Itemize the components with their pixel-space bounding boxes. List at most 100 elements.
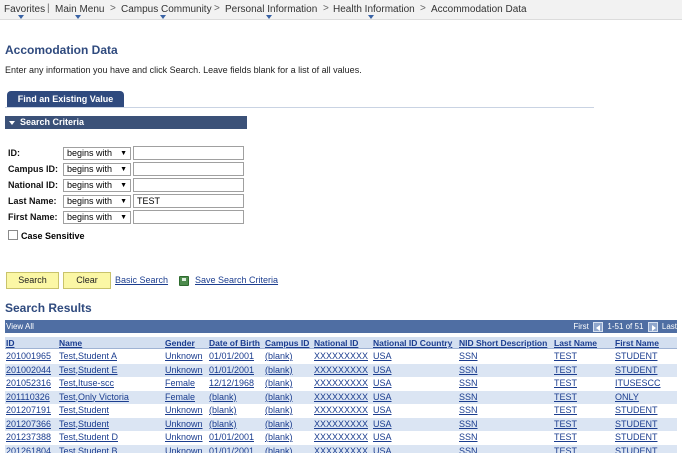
- pager-last[interactable]: Last: [662, 322, 677, 331]
- cell-nid-short-description[interactable]: SSN: [459, 378, 478, 388]
- cell-name[interactable]: Test,Student E: [59, 365, 118, 375]
- last-name-input[interactable]: TEST: [133, 194, 244, 208]
- national-id-operator-select[interactable]: begins with ▼: [63, 179, 131, 192]
- cell-national-id[interactable]: XXXXXXXXX: [314, 351, 368, 361]
- id-input[interactable]: [133, 146, 244, 160]
- column-header-id[interactable]: ID: [6, 338, 15, 349]
- cell-last-name[interactable]: TEST: [554, 405, 577, 415]
- pager-first[interactable]: First: [573, 322, 589, 331]
- search-criteria-header[interactable]: Search Criteria: [5, 116, 247, 129]
- clear-button[interactable]: Clear: [63, 272, 111, 289]
- cell-campus-id[interactable]: (blank): [265, 378, 293, 388]
- cell-nid-short-description[interactable]: SSN: [459, 392, 478, 402]
- column-header-campus-id[interactable]: Campus ID: [265, 338, 309, 349]
- cell-national-id[interactable]: XXXXXXXXX: [314, 419, 368, 429]
- cell-nid-short-description[interactable]: SSN: [459, 419, 478, 429]
- cell-date-of-birth[interactable]: 12/12/1968: [209, 378, 254, 388]
- cell-first-name[interactable]: STUDENT: [615, 405, 658, 415]
- case-sensitive-checkbox[interactable]: [8, 230, 18, 240]
- previous-page-icon[interactable]: [593, 321, 604, 332]
- column-header-national-id[interactable]: National ID: [314, 338, 358, 349]
- breadcrumb-favorites[interactable]: Favorites: [4, 4, 45, 15]
- cell-national-id-country[interactable]: USA: [373, 365, 392, 375]
- cell-campus-id[interactable]: (blank): [265, 365, 293, 375]
- chevron-down-icon[interactable]: [266, 15, 272, 19]
- cell-national-id-country[interactable]: USA: [373, 392, 392, 402]
- cell-first-name[interactable]: STUDENT: [615, 351, 658, 361]
- cell-last-name[interactable]: TEST: [554, 419, 577, 429]
- cell-national-id[interactable]: XXXXXXXXX: [314, 378, 368, 388]
- cell-last-name[interactable]: TEST: [554, 446, 577, 453]
- chevron-down-icon[interactable]: [18, 15, 24, 19]
- search-button[interactable]: Search: [6, 272, 59, 289]
- cell-national-id[interactable]: XXXXXXXXX: [314, 446, 368, 453]
- cell-nid-short-description[interactable]: SSN: [459, 405, 478, 415]
- cell-national-id[interactable]: XXXXXXXXX: [314, 365, 368, 375]
- column-header-national-id-country[interactable]: National ID Country: [373, 338, 452, 349]
- cell-national-id-country[interactable]: USA: [373, 432, 392, 442]
- cell-first-name[interactable]: STUDENT: [615, 365, 658, 375]
- cell-gender[interactable]: Female: [165, 392, 195, 402]
- breadcrumb-personal-information[interactable]: Personal Information: [225, 4, 317, 15]
- cell-nid-short-description[interactable]: SSN: [459, 351, 478, 361]
- cell-name[interactable]: Test,Ituse-scc: [59, 378, 114, 388]
- id-operator-select[interactable]: begins with ▼: [63, 147, 131, 160]
- breadcrumb-main-menu[interactable]: Main Menu: [55, 4, 104, 15]
- cell-name[interactable]: Test,Student D: [59, 432, 118, 442]
- cell-national-id-country[interactable]: USA: [373, 351, 392, 361]
- cell-last-name[interactable]: TEST: [554, 432, 577, 442]
- cell-date-of-birth[interactable]: 01/01/2001: [209, 365, 254, 375]
- next-page-icon[interactable]: [647, 321, 658, 332]
- cell-national-id-country[interactable]: USA: [373, 378, 392, 388]
- breadcrumb-accommodation-data[interactable]: Accommodation Data: [431, 4, 527, 15]
- cell-date-of-birth[interactable]: 01/01/2001: [209, 351, 254, 361]
- cell-first-name[interactable]: ITUSESCC: [615, 378, 661, 388]
- cell-national-id[interactable]: XXXXXXXXX: [314, 432, 368, 442]
- column-header-gender[interactable]: Gender: [165, 338, 195, 349]
- cell-name[interactable]: Test,Student: [59, 419, 109, 429]
- chevron-down-icon[interactable]: [368, 15, 374, 19]
- cell-name[interactable]: Test,Student: [59, 405, 109, 415]
- national-id-input[interactable]: [133, 178, 244, 192]
- cell-campus-id[interactable]: (blank): [265, 351, 293, 361]
- campus-id-operator-select[interactable]: begins with ▼: [63, 163, 131, 176]
- cell-last-name[interactable]: TEST: [554, 392, 577, 402]
- cell-campus-id[interactable]: (blank): [265, 419, 293, 429]
- column-header-name[interactable]: Name: [59, 338, 82, 349]
- cell-campus-id[interactable]: (blank): [265, 446, 293, 453]
- view-all-link[interactable]: View All: [6, 320, 34, 333]
- cell-nid-short-description[interactable]: SSN: [459, 432, 478, 442]
- cell-name[interactable]: Test,Only Victoria: [59, 392, 129, 402]
- save-icon[interactable]: [179, 276, 189, 286]
- cell-name[interactable]: Test,Student A: [59, 351, 117, 361]
- cell-id[interactable]: 201207366: [6, 419, 51, 429]
- cell-national-id-country[interactable]: USA: [373, 405, 392, 415]
- first-name-operator-select[interactable]: begins with ▼: [63, 211, 131, 224]
- cell-first-name[interactable]: STUDENT: [615, 419, 658, 429]
- cell-gender[interactable]: Female: [165, 378, 195, 388]
- cell-gender[interactable]: Unknown: [165, 351, 203, 361]
- cell-last-name[interactable]: TEST: [554, 365, 577, 375]
- cell-date-of-birth[interactable]: 01/01/2001: [209, 446, 254, 453]
- breadcrumb-campus-community[interactable]: Campus Community: [121, 4, 212, 15]
- first-name-input[interactable]: [133, 210, 244, 224]
- cell-last-name[interactable]: TEST: [554, 378, 577, 388]
- chevron-down-icon[interactable]: [160, 15, 166, 19]
- cell-last-name[interactable]: TEST: [554, 351, 577, 361]
- breadcrumb-health-information[interactable]: Health Information: [333, 4, 415, 15]
- cell-nid-short-description[interactable]: SSN: [459, 446, 478, 453]
- cell-nid-short-description[interactable]: SSN: [459, 365, 478, 375]
- cell-gender[interactable]: Unknown: [165, 405, 203, 415]
- cell-gender[interactable]: Unknown: [165, 419, 203, 429]
- cell-first-name[interactable]: ONLY: [615, 392, 639, 402]
- cell-national-id-country[interactable]: USA: [373, 446, 392, 453]
- cell-date-of-birth[interactable]: 01/01/2001: [209, 432, 254, 442]
- cell-national-id[interactable]: XXXXXXXXX: [314, 392, 368, 402]
- cell-national-id-country[interactable]: USA: [373, 419, 392, 429]
- cell-first-name[interactable]: STUDENT: [615, 432, 658, 442]
- cell-date-of-birth[interactable]: (blank): [209, 419, 237, 429]
- cell-id[interactable]: 201002044: [6, 365, 51, 375]
- cell-first-name[interactable]: STUDENT: [615, 446, 658, 453]
- tab-find-existing-value[interactable]: Find an Existing Value: [7, 91, 124, 108]
- cell-date-of-birth[interactable]: (blank): [209, 405, 237, 415]
